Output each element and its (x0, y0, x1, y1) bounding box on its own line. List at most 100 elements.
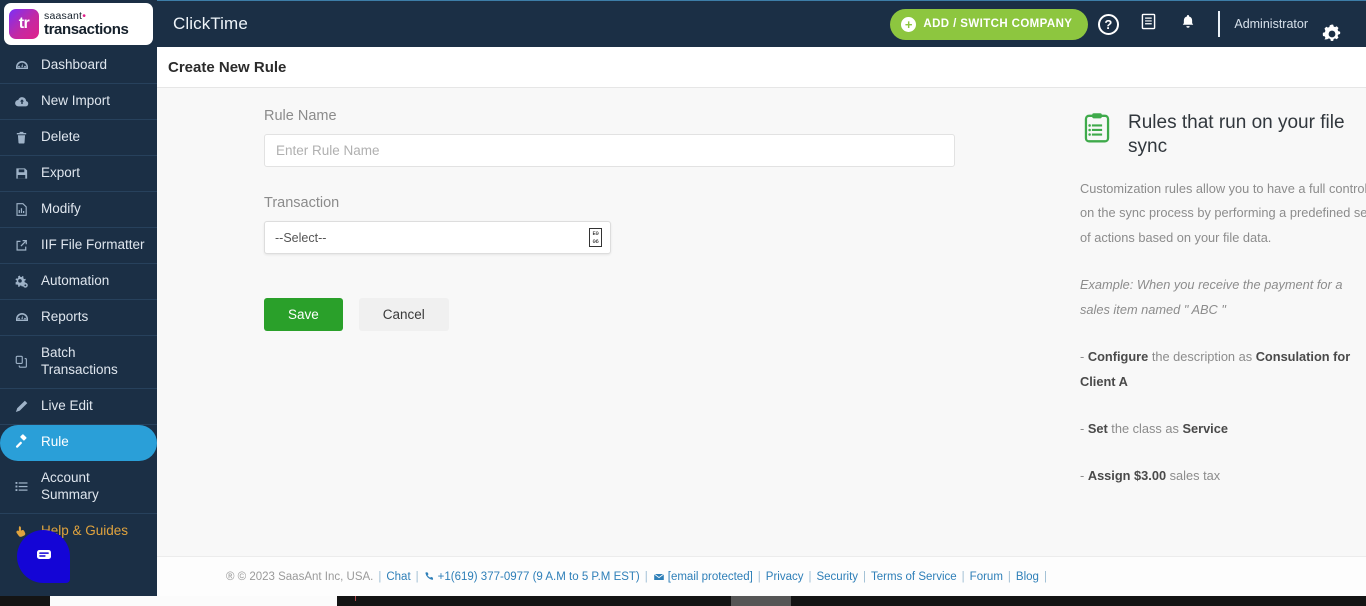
sidebar-nav: Dashboard New Import Delete Export Modif… (0, 48, 157, 549)
pencil-icon (13, 398, 30, 415)
taskbar-tick (355, 596, 356, 601)
transaction-label: Transaction (264, 195, 340, 211)
footer-separator: | (1043, 570, 1047, 583)
info-panel-bullet: - Set the class as Service (1080, 417, 1366, 442)
footer-link-forum[interactable]: Forum (970, 571, 1003, 583)
dashboard-icon (13, 57, 30, 74)
footer-link-chat[interactable]: Chat (386, 571, 410, 583)
bullet-mid: the class as (1107, 421, 1183, 437)
sidebar-item-reports[interactable]: Reports (0, 300, 157, 336)
sidebar-item-modify[interactable]: Modify (0, 192, 157, 228)
app-root: tr saasant• transactions Dashboard New I… (0, 0, 1366, 606)
sidebar-item-export[interactable]: Export (0, 156, 157, 192)
save-disk-icon (13, 165, 30, 182)
chat-widget-button[interactable] (17, 530, 70, 583)
footer-separator: | (961, 570, 965, 583)
add-switch-company-button[interactable]: + ADD / SWITCH COMPANY (890, 8, 1089, 40)
footer-link-terms[interactable]: Terms of Service (871, 571, 957, 583)
sidebar-item-label: Dashboard (41, 57, 108, 73)
sidebar-item-dashboard[interactable]: Dashboard (0, 48, 157, 84)
user-label: Administrator (1234, 17, 1308, 31)
footer-link-email[interactable]: [email protected] (668, 571, 753, 583)
os-taskbar-strip (0, 596, 1366, 606)
logo-top-text: saasant• (44, 9, 87, 22)
footer-separator: | (863, 570, 867, 583)
cloud-upload-icon (13, 93, 30, 110)
footer-link-privacy[interactable]: Privacy (766, 571, 804, 583)
activity-log-button[interactable] (1128, 1, 1168, 48)
reports-gauge-icon (13, 309, 30, 326)
header-divider (1218, 11, 1221, 37)
sidebar-item-label: Reports (41, 309, 89, 325)
external-link-icon (13, 237, 30, 254)
bullet-mid: the description as (1148, 349, 1256, 365)
info-panel-body: Customization rules allow you to have a … (1080, 180, 1366, 246)
copy-files-icon (13, 353, 30, 370)
add-switch-company-label: ADD / SWITCH COMPANY (923, 18, 1073, 30)
sidebar-item-label: Delete (41, 129, 81, 145)
transaction-group: Transaction --Select-- E0 06 (264, 195, 964, 254)
sidebar-item-iif-file-formatter[interactable]: IIF File Formatter (0, 228, 157, 264)
rule-name-label: Rule Name (264, 108, 337, 124)
main-content: Rule Name Transaction --Select-- E0 06 S… (157, 88, 1366, 596)
rule-name-input[interactable] (264, 134, 955, 167)
clipboard-list-icon (1080, 111, 1114, 150)
footer-link-blog[interactable]: Blog (1016, 571, 1039, 583)
transaction-select-value: --Select-- (275, 230, 327, 245)
gear-icon (1321, 23, 1343, 50)
footer-separator: | (808, 570, 812, 583)
company-title: ClickTime (173, 14, 248, 33)
notification-bell-icon (1179, 13, 1197, 36)
info-panel-example: Example: When you receive the payment fo… (1080, 277, 1343, 318)
footer-separator: | (415, 570, 419, 583)
bullet-dash: - (1080, 421, 1088, 437)
missing-glyph-icon: E0 06 (589, 228, 602, 247)
info-panel: Rules that run on your file sync Customi… (1080, 111, 1366, 502)
sidebar-item-live-edit[interactable]: Live Edit (0, 389, 157, 425)
sidebar-item-account-summary[interactable]: Account Summary (0, 461, 157, 514)
list-bullet-icon (13, 478, 30, 495)
footer-separator: | (757, 570, 761, 583)
sidebar-item-automation[interactable]: Automation (0, 264, 157, 300)
sidebar-item-label: Rule (41, 433, 69, 449)
footer-link-phone[interactable]: +1(619) 377-0977 (9 A.M to 5 P.M EST) (438, 571, 640, 583)
taskbar-gray-segment (731, 596, 791, 606)
notifications-button[interactable] (1168, 1, 1208, 48)
plus-circle-icon: + (901, 16, 917, 32)
create-rule-form: Rule Name Transaction --Select-- E0 06 S… (264, 108, 964, 331)
sidebar-item-label: Live Edit (41, 397, 93, 413)
sidebar-item-label: New Import (41, 93, 111, 109)
gears-icon (13, 273, 30, 290)
bullet-bold-lead: Assign $3.00 (1087, 468, 1167, 484)
sidebar-item-label: Automation (41, 273, 110, 289)
page-title: Create New Rule (168, 58, 287, 76)
transaction-select[interactable]: --Select-- E0 06 (264, 221, 611, 254)
logo-mark-icon: tr (9, 9, 39, 39)
gavel-icon (13, 434, 30, 451)
help-button[interactable]: ? (1088, 1, 1128, 48)
envelope-icon (653, 571, 665, 583)
info-panel-bullet: - Configure the description as Consulati… (1080, 345, 1366, 395)
bullet-mid: sales tax (1166, 468, 1221, 484)
sidebar-item-label: Account Summary (41, 469, 99, 502)
sidebar-item-label: Modify (41, 201, 81, 217)
sidebar-item-rule[interactable]: Rule (0, 424, 157, 461)
brand-logo[interactable]: tr saasant• transactions (0, 0, 157, 48)
sidebar-item-batch-transactions[interactable]: Batch Transactions (0, 336, 157, 389)
cancel-button[interactable]: Cancel (358, 298, 449, 331)
logo-bottom-text: transactions (44, 21, 129, 39)
sidebar-item-new-import[interactable]: New Import (0, 84, 157, 120)
footer-link-security[interactable]: Security (816, 571, 858, 583)
sidebar-item-delete[interactable]: Delete (0, 120, 157, 156)
page-title-bar: Create New Rule (157, 47, 1366, 88)
bullet-bold-tail: Service (1182, 421, 1228, 437)
bullet-dash: - (1080, 468, 1088, 484)
footer-separator: | (644, 570, 648, 583)
sidebar: tr saasant• transactions Dashboard New I… (0, 0, 157, 596)
bullet-bold-lead: Configure (1087, 349, 1149, 365)
phone-icon (424, 571, 435, 582)
chat-bubble-icon (32, 542, 56, 571)
taskbar-window-segment (50, 596, 337, 606)
bullet-dash: - (1080, 349, 1088, 365)
save-button[interactable]: Save (264, 298, 343, 331)
